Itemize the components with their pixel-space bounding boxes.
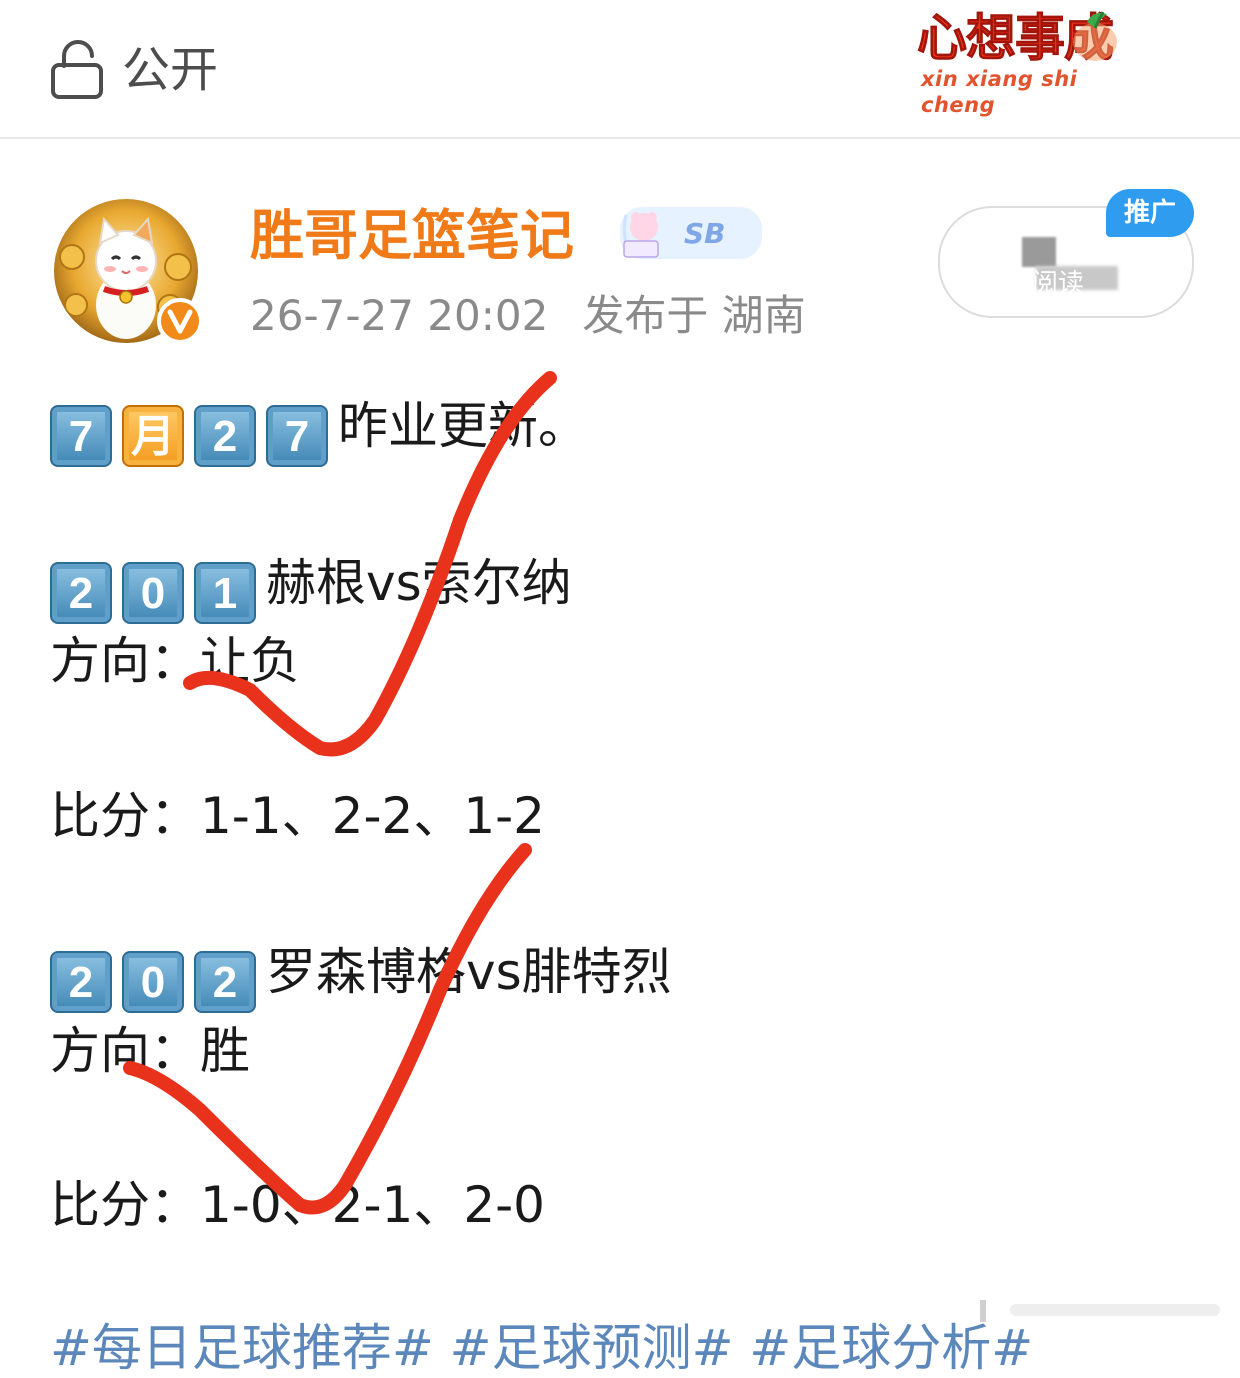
match-direction: 方向：胜 [50,1022,250,1080]
keycap-1: 1 [194,562,256,624]
keycap-2: 2 [50,951,112,1013]
hashtags[interactable]: #每日足球推荐# #足球预测# #足球分析# [50,1318,1033,1378]
keycap-2: 2 [194,405,256,467]
keycap-0: 0 [122,562,184,624]
promo-count-blurred [1022,237,1056,267]
post-headline: 昨业更新。 [338,397,588,455]
match-score: 比分：1-1、2-2、1-2 [50,787,545,845]
match-title-line: 2 0 2 罗森博格vs腓特烈 [50,937,672,1013]
keycap-2: 2 [50,562,112,624]
brand-sticker: 心想事成 xin xiang shi cheng [905,4,1150,117]
match-score: 比分：1-0、2-1、2-0 [50,1176,545,1234]
keycap-7: 7 [266,405,328,467]
member-badge[interactable]: SB [618,205,764,261]
promo-read-label: 阅读 [1032,269,1085,299]
member-badge-text: SB [684,217,726,250]
keycap-2: 2 [194,951,256,1013]
match-title-line: 2 0 1 赫根vs索尔纳 [50,548,572,624]
match-teams: 罗森博格vs腓特烈 [266,943,672,1001]
keycap-7: 7 [50,405,112,467]
visibility-label[interactable]: 公开 [122,38,218,102]
verified-icon [157,298,203,344]
post-timestamp: 26-7-27 20:02 [250,291,549,340]
top-bar: 公开 心想事成 xin xiang shi cheng [0,0,1240,139]
avatar[interactable] [52,197,203,345]
promo-tag: 推广 [1106,189,1194,237]
peach-icon [1073,11,1117,61]
keycap-month: 月 [122,405,184,467]
brand-pinyin: xin xiang shi cheng [921,67,1078,117]
post-meta: 26-7-27 20:02 发布于 湖南 [250,288,806,344]
post-location: 发布于 湖南 [582,291,806,340]
scroll-indicator [980,1300,1220,1322]
author-name[interactable]: 胜哥足篮笔记 [250,198,574,274]
post-headline-line: 7 月 2 7 昨业更新。 [50,391,588,467]
lock-icon[interactable] [50,38,106,100]
match-teams: 赫根vs索尔纳 [266,554,572,612]
match-direction: 方向：让负 [50,632,300,690]
keycap-0: 0 [122,951,184,1013]
